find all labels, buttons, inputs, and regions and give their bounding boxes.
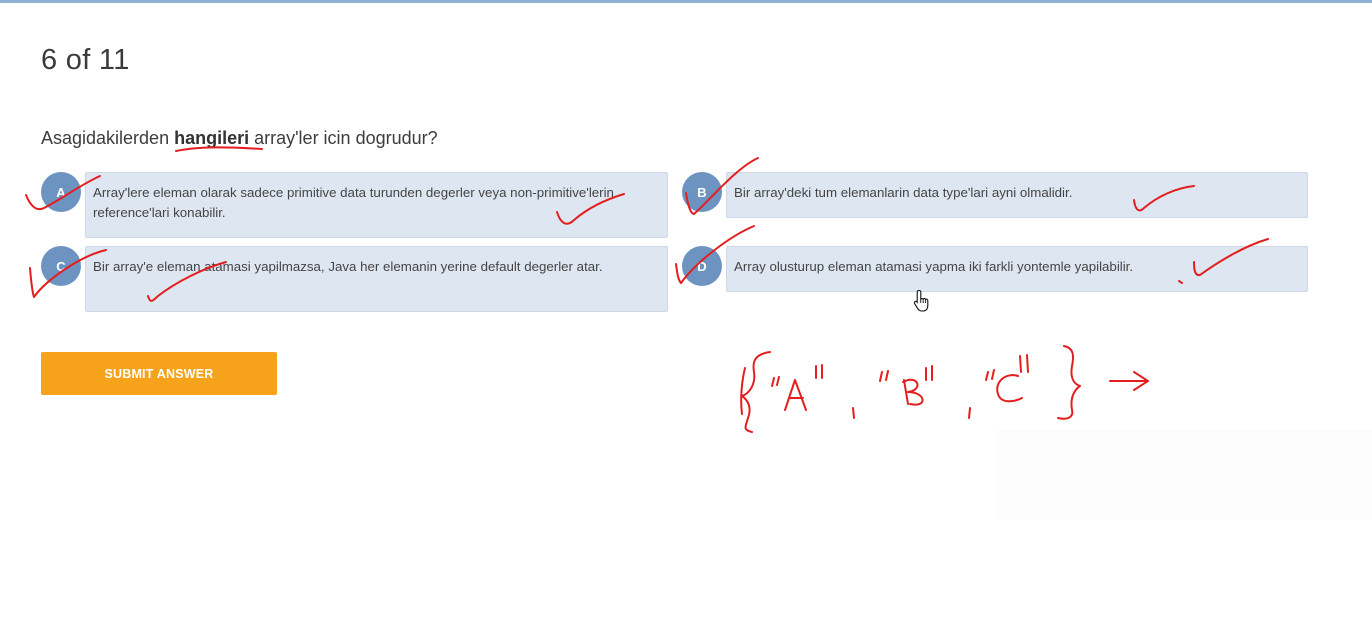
option-a[interactable]: Array'lere eleman olarak sadece primitiv…	[85, 172, 668, 238]
letter-c-mark	[996, 374, 1023, 403]
question-emphasis: hangileri	[174, 128, 250, 148]
option-b-badge[interactable]: B	[682, 172, 722, 212]
option-c-badge[interactable]: C	[41, 246, 81, 286]
right-brace-mark	[1057, 345, 1081, 420]
submit-answer-button[interactable]: SUBMIT ANSWER	[41, 352, 277, 395]
option-b[interactable]: Bir array'deki tum elemanlarin data type…	[726, 172, 1308, 218]
top-progress-bar	[0, 0, 1372, 3]
comma-2-mark	[968, 407, 971, 419]
option-c[interactable]: Bir array'e eleman atamasi yapilmazsa, J…	[85, 246, 668, 312]
left-brace-mark	[741, 351, 771, 433]
option-a-text: Array'lere eleman olarak sadece primitiv…	[93, 185, 614, 220]
option-d-text: Array olusturup eleman atamasi yapma iki…	[734, 259, 1134, 274]
background-panel	[995, 430, 1372, 520]
quote-b-open	[879, 370, 889, 382]
question-prefix: Asagidakilerden	[41, 128, 175, 148]
option-d-badge[interactable]: D	[682, 246, 722, 286]
question-counter: 6 of 11	[41, 44, 130, 76]
option-a-badge[interactable]: A	[41, 172, 81, 212]
question-text: Asagidakilerden hangileri array'ler icin…	[41, 128, 438, 149]
quote-c-open	[985, 369, 995, 381]
letter-a-mark	[784, 379, 807, 411]
arrow-mark	[1109, 371, 1149, 391]
option-b-text: Bir array'deki tum elemanlarin data type…	[734, 185, 1073, 200]
left-brace-inner	[740, 367, 746, 415]
option-c-text: Bir array'e eleman atamasi yapilmazsa, J…	[93, 259, 603, 274]
question-suffix: array'ler icin dogrudur?	[249, 128, 438, 148]
quote-a-close	[815, 364, 823, 379]
quote-b-close	[925, 365, 933, 381]
letter-b-mark	[902, 378, 924, 406]
hand-pointer-icon	[913, 289, 929, 312]
quote-c-close	[1019, 354, 1029, 373]
quote-a-open	[771, 376, 780, 387]
option-d[interactable]: Array olusturup eleman atamasi yapma iki…	[726, 246, 1308, 292]
comma-1-mark	[852, 407, 855, 419]
